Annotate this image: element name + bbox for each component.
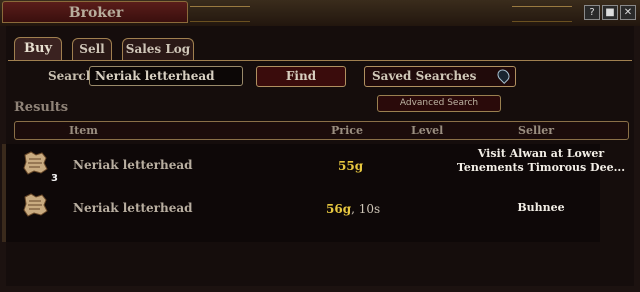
column-level[interactable]: Level <box>411 124 443 137</box>
item-price: 55g <box>338 159 363 173</box>
help-icon[interactable]: ? <box>584 5 600 20</box>
stack-quantity: 3 <box>51 173 58 184</box>
seller-name: Visit Alwan at Lower Tenements Timorous … <box>456 147 626 175</box>
title-tab: Broker <box>2 1 188 23</box>
advanced-search-button[interactable]: Advanced Search <box>377 95 501 112</box>
results-heading: Results <box>14 100 69 115</box>
parchment-icon <box>23 151 48 175</box>
window-controls: ? ■ ✕ <box>584 5 636 20</box>
title-ornament-right <box>512 6 572 22</box>
price-gold: 56g <box>326 202 352 216</box>
column-item[interactable]: Item <box>69 124 98 137</box>
seller-line: Tenements Timorous Dee... <box>456 161 626 174</box>
title-ornament-left <box>190 6 250 22</box>
results-list: 3 Neriak letterhead 55g Visit Alwan at L… <box>2 144 625 242</box>
title-bar[interactable]: Broker ? ■ ✕ <box>0 0 640 26</box>
options-icon[interactable]: ■ <box>602 5 618 20</box>
close-icon[interactable]: ✕ <box>620 5 636 20</box>
tab-sell[interactable]: Sell <box>72 38 112 60</box>
price-silver: , 10s <box>351 202 381 216</box>
column-price[interactable]: Price <box>331 124 363 137</box>
broker-window: Broker ? ■ ✕ Buy Sell Sales Log Search F… <box>0 0 640 292</box>
tab-divider <box>8 60 632 61</box>
results-column-header: Item Price Level Seller <box>14 121 629 140</box>
column-seller[interactable]: Seller <box>518 124 554 137</box>
saved-searches-label: Saved Searches <box>372 69 477 83</box>
seller-name: Buhnee <box>456 201 626 215</box>
search-input[interactable] <box>89 66 243 86</box>
search-label: Search <box>48 69 95 83</box>
table-row[interactable]: 3 Neriak letterhead 55g Visit Alwan at L… <box>6 144 625 188</box>
item-price: 56g, 10s <box>326 202 380 216</box>
tab-sales-log[interactable]: Sales Log <box>122 38 194 60</box>
seller-line: Visit Alwan at Lower <box>477 147 605 160</box>
dropdown-gem-icon[interactable] <box>495 67 512 84</box>
table-row[interactable]: Neriak letterhead 56g, 10s Buhnee <box>6 188 600 228</box>
window-title: Broker <box>68 5 124 21</box>
price-gold: 55g <box>338 159 364 173</box>
item-name[interactable]: Neriak letterhead <box>73 201 193 215</box>
item-name[interactable]: Neriak letterhead <box>73 158 193 172</box>
seller-line: Buhnee <box>517 201 565 214</box>
parchment-icon <box>23 193 48 217</box>
find-button[interactable]: Find <box>256 66 346 87</box>
tab-buy[interactable]: Buy <box>14 37 62 61</box>
saved-searches-dropdown[interactable]: Saved Searches <box>364 66 516 87</box>
